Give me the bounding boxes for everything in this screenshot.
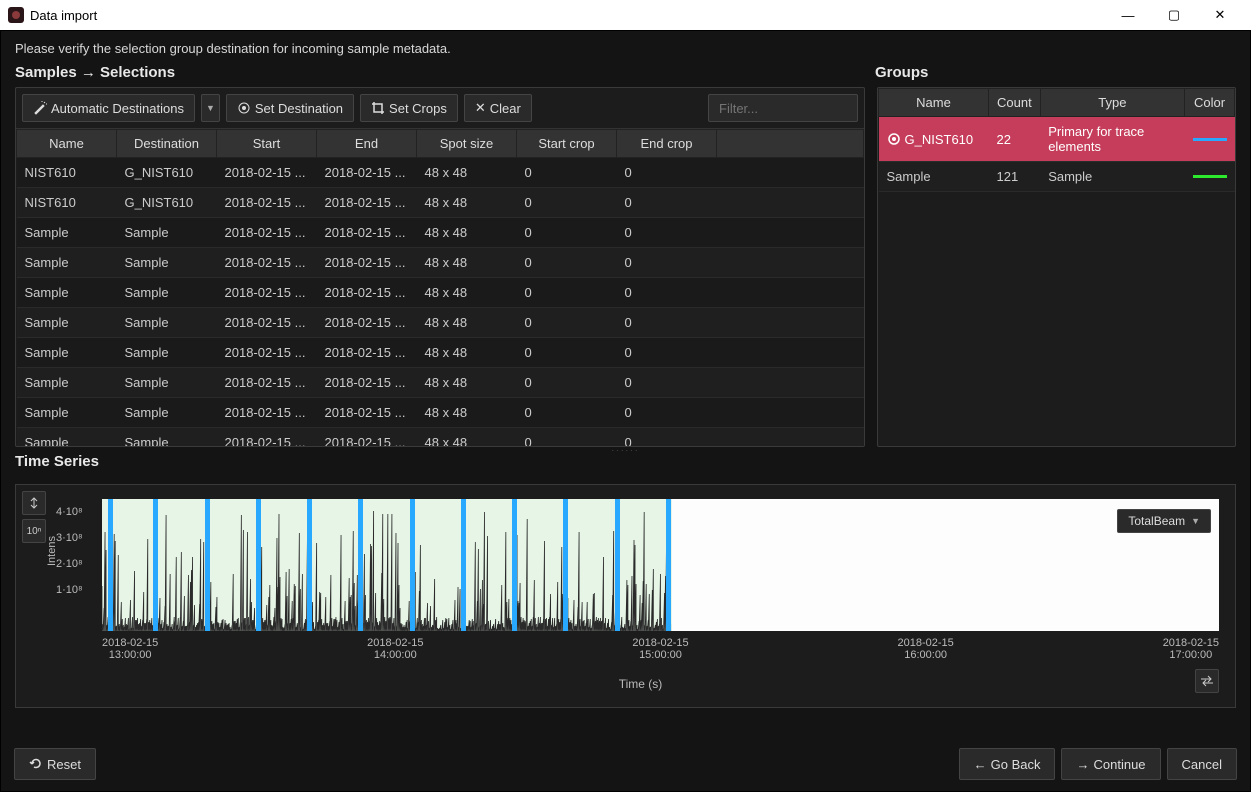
col-endcrop[interactable]: End crop (617, 130, 717, 158)
gcol-color[interactable]: Color (1185, 89, 1235, 117)
col-start[interactable]: Start (217, 130, 317, 158)
samples-toolbar: Automatic Destinations ▼ Set Destination… (16, 88, 864, 128)
samples-table[interactable]: Name Destination Start End Spot size Sta… (16, 129, 864, 446)
auto-destinations-button[interactable]: Automatic Destinations (22, 94, 195, 122)
segment-marker (205, 499, 210, 631)
window-title: Data import (30, 8, 97, 23)
titlebar: Data import — ▢ ✕ (0, 0, 1251, 30)
timeseries-section-title: Time Series (1, 453, 1250, 476)
col-end[interactable]: End (317, 130, 417, 158)
col-startcrop[interactable]: Start crop (517, 130, 617, 158)
table-row[interactable]: SampleSample2018-02-15 ...2018-02-15 ...… (17, 218, 864, 248)
col-spot[interactable]: Spot size (417, 130, 517, 158)
segment-marker (307, 499, 312, 631)
set-destination-label: Set Destination (255, 101, 343, 116)
cancel-label: Cancel (1182, 757, 1222, 772)
xtick: 2018-02-1514:00:00 (367, 637, 423, 661)
segment-marker (358, 499, 363, 631)
group-row[interactable]: G_NIST61022Primary for trace elements (879, 117, 1235, 162)
gcol-name[interactable]: Name (879, 89, 989, 117)
undo-icon (29, 757, 43, 771)
segment-marker (615, 499, 620, 631)
legend-label: TotalBeam (1128, 514, 1185, 528)
clear-label: Clear (490, 101, 521, 116)
cancel-button[interactable]: Cancel (1167, 748, 1237, 780)
table-row[interactable]: NIST610G_NIST6102018-02-15 ...2018-02-15… (17, 188, 864, 218)
segment-marker (563, 499, 568, 631)
samples-panel: Automatic Destinations ▼ Set Destination… (15, 87, 865, 447)
close-button[interactable]: ✕ (1197, 0, 1243, 30)
table-row[interactable]: SampleSample2018-02-15 ...2018-02-15 ...… (17, 428, 864, 447)
groups-section-title: Groups (861, 60, 942, 87)
arrow-left-icon: ← (974, 757, 987, 772)
gcol-count[interactable]: Count (989, 89, 1041, 117)
arrows-vertical-icon (28, 497, 40, 509)
auto-destinations-label: Automatic Destinations (51, 101, 184, 116)
table-row[interactable]: SampleSample2018-02-15 ...2018-02-15 ...… (17, 248, 864, 278)
arrows-horizontal-icon (1200, 674, 1214, 688)
segment-marker (461, 499, 466, 631)
log-scale-button[interactable]: 10ⁿ (22, 519, 46, 543)
timeseries-plot[interactable]: Intens 4·10⁸ 3·10⁸ 2·10⁸ 1·10⁸ 2018-02-1… (52, 491, 1229, 701)
app-icon (8, 7, 24, 23)
col-blank (717, 130, 864, 158)
minimize-button[interactable]: — (1105, 0, 1151, 30)
segment-marker (666, 499, 671, 631)
segment-marker (153, 499, 158, 631)
footer: Reset ← Go Back → Continue Cancel (14, 748, 1237, 780)
segment-marker (512, 499, 517, 631)
set-crops-button[interactable]: Set Crops (360, 94, 458, 122)
go-back-label: Go Back (991, 757, 1041, 772)
continue-label: Continue (1093, 757, 1145, 772)
group-row[interactable]: Sample121Sample (879, 162, 1235, 192)
maximize-button[interactable]: ▢ (1151, 0, 1197, 30)
scale-y-button[interactable] (22, 491, 46, 515)
set-crops-label: Set Crops (389, 101, 447, 116)
go-back-button[interactable]: ← Go Back (959, 748, 1056, 780)
series-selector[interactable]: TotalBeam ▼ (1117, 509, 1211, 533)
chevron-down-icon: ▼ (1191, 516, 1200, 526)
xtick: 2018-02-1513:00:00 (102, 637, 158, 661)
xlabel: Time (s) (52, 677, 1229, 691)
target-icon (887, 132, 901, 146)
filter-input[interactable] (708, 94, 858, 122)
table-row[interactable]: NIST610G_NIST6102018-02-15 ...2018-02-15… (17, 158, 864, 188)
reset-button[interactable]: Reset (14, 748, 96, 780)
instruction-text: Please verify the selection group destin… (1, 31, 1250, 60)
x-icon: ✕ (475, 100, 486, 116)
samples-section-title: Samples → Selections (1, 60, 861, 87)
col-name[interactable]: Name (17, 130, 117, 158)
table-row[interactable]: SampleSample2018-02-15 ...2018-02-15 ...… (17, 338, 864, 368)
xtick: 2018-02-1516:00:00 (898, 637, 954, 661)
col-dest[interactable]: Destination (117, 130, 217, 158)
reset-label: Reset (47, 757, 81, 772)
timeseries-panel: 10ⁿ Intens 4·10⁸ 3·10⁸ 2·10⁸ 1·10⁸ 2018-… (15, 484, 1236, 708)
plot-area[interactable] (102, 499, 1219, 631)
auto-destinations-dropdown[interactable]: ▼ (201, 94, 220, 122)
segment-marker (410, 499, 415, 631)
segment-marker (256, 499, 261, 631)
groups-table[interactable]: Name Count Type Color G_NIST61022Primary… (878, 88, 1235, 192)
continue-button[interactable]: → Continue (1061, 748, 1160, 780)
groups-panel: Name Count Type Color G_NIST61022Primary… (877, 87, 1236, 447)
table-row[interactable]: SampleSample2018-02-15 ...2018-02-15 ...… (17, 308, 864, 338)
crop-icon (371, 101, 385, 115)
set-destination-button[interactable]: Set Destination (226, 94, 354, 122)
clear-button[interactable]: ✕ Clear (464, 94, 532, 122)
xtick: 2018-02-1517:00:00 (1163, 637, 1219, 661)
target-icon (237, 101, 251, 115)
table-row[interactable]: SampleSample2018-02-15 ...2018-02-15 ...… (17, 398, 864, 428)
gcol-type[interactable]: Type (1040, 89, 1184, 117)
arrow-right-icon: → (1076, 757, 1089, 772)
yaxis-ticks: 4·10⁸ 3·10⁸ 2·10⁸ 1·10⁸ (56, 499, 83, 603)
table-row[interactable]: SampleSample2018-02-15 ...2018-02-15 ...… (17, 368, 864, 398)
wand-icon (33, 101, 47, 115)
xaxis-ticks: 2018-02-1513:00:00 2018-02-1514:00:00 2018… (102, 637, 1219, 661)
segment-marker (108, 499, 113, 631)
xtick: 2018-02-1515:00:00 (632, 637, 688, 661)
swap-axes-button[interactable] (1195, 669, 1219, 693)
table-row[interactable]: SampleSample2018-02-15 ...2018-02-15 ...… (17, 278, 864, 308)
